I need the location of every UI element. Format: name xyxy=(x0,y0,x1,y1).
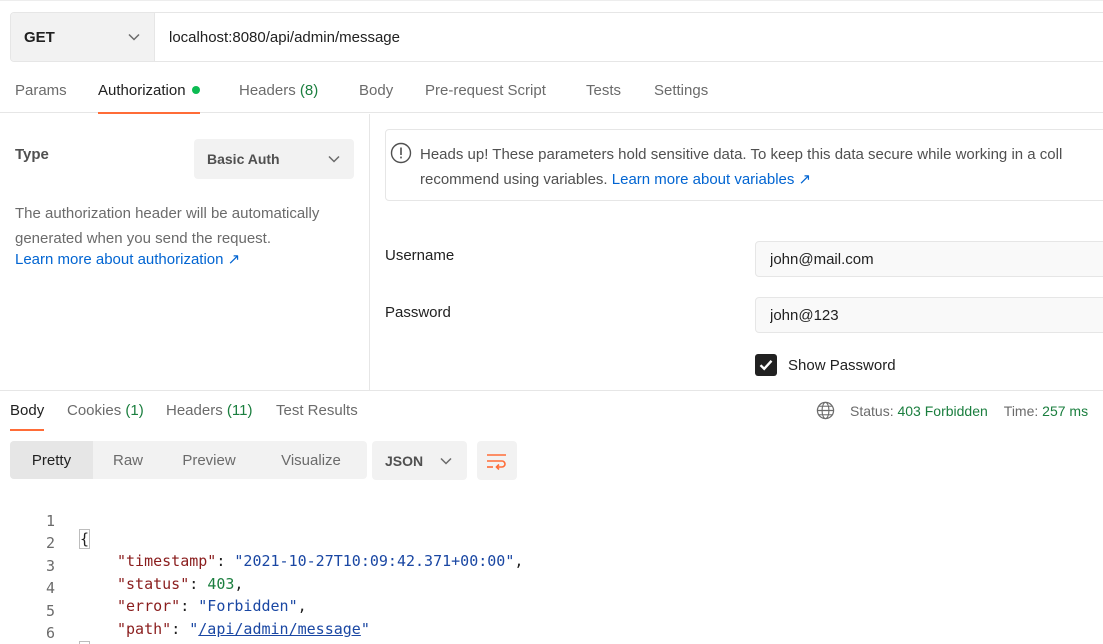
response-tab-body[interactable]: Body xyxy=(10,402,45,431)
request-tabs: Params Authorization Headers (8) Body Pr… xyxy=(0,62,1103,114)
code-line: 3 "status": 403, xyxy=(0,539,1103,593)
view-visualize-button[interactable]: Visualize xyxy=(263,441,359,479)
tab-label: Tests xyxy=(586,82,622,99)
view-raw-button[interactable]: Raw xyxy=(93,441,163,479)
response-status: Status: 403 Forbidden Time: 257 ms xyxy=(816,401,1088,420)
tab-count: (1) xyxy=(125,402,144,419)
tab-headers[interactable]: Headers (8) xyxy=(239,82,318,113)
tab-settings[interactable]: Settings xyxy=(654,82,708,113)
response-tab-headers[interactable]: Headers (11) xyxy=(166,402,252,431)
learn-more-variables-link[interactable]: Learn more about variables ↗ xyxy=(612,171,811,188)
learn-more-authorization-link[interactable]: Learn more about authorization ↗ xyxy=(15,250,240,268)
show-password-checkbox[interactable] xyxy=(755,354,777,376)
auth-type-value: Basic Auth xyxy=(207,151,280,167)
view-preview-button[interactable]: Preview xyxy=(165,441,253,479)
tab-count: (8) xyxy=(299,82,319,99)
method-label: GET xyxy=(24,28,55,46)
method-select[interactable]: GET xyxy=(11,13,155,61)
sensitive-data-notice: Heads up! These parameters hold sensitiv… xyxy=(385,129,1103,201)
password-label: Password xyxy=(385,304,451,321)
line-number: 6 xyxy=(45,624,55,642)
auth-type-label: Type xyxy=(15,146,49,163)
code-line: 6 } xyxy=(0,606,1103,644)
chevron-down-icon xyxy=(440,457,452,465)
notice-line-1: Heads up! These parameters hold sensitiv… xyxy=(420,146,1063,163)
tab-label: Authorization xyxy=(98,82,186,99)
tab-label: Params xyxy=(15,82,67,99)
auth-description: The authorization header will be automat… xyxy=(15,205,320,247)
time-value[interactable]: 257 ms xyxy=(1042,403,1088,419)
view-mode-group: Pretty Raw Preview Visualize xyxy=(10,441,367,479)
response-tab-test-results[interactable]: Test Results xyxy=(276,402,358,431)
top-border xyxy=(0,0,1103,1)
auth-type-panel: Type Basic Auth The authorization header… xyxy=(0,114,370,390)
notice-text: Heads up! These parameters hold sensitiv… xyxy=(420,142,1062,192)
tab-label: Headers xyxy=(239,82,296,99)
show-password-toggle[interactable]: Show Password xyxy=(755,354,896,376)
tab-authorization[interactable]: Authorization xyxy=(98,82,200,114)
chevron-down-icon xyxy=(128,33,140,41)
tab-params[interactable]: Params xyxy=(15,82,67,113)
tab-label: Settings xyxy=(654,82,709,99)
chevron-down-icon xyxy=(328,155,340,163)
response-tab-cookies[interactable]: Cookies (1) xyxy=(67,402,144,431)
code-line: 5 "path": "/api/admin/message" xyxy=(0,584,1103,638)
active-dot-icon xyxy=(191,86,200,94)
format-select[interactable]: JSON xyxy=(372,441,467,480)
username-input[interactable] xyxy=(755,241,1103,277)
tab-pre-request-script[interactable]: Pre-request Script xyxy=(425,82,546,113)
status-value[interactable]: 403 Forbidden xyxy=(897,403,987,419)
globe-icon[interactable] xyxy=(816,401,835,420)
username-label: Username xyxy=(385,247,455,264)
tab-label: Body xyxy=(359,82,394,99)
code-line: 1 { xyxy=(0,494,1103,549)
status-label: Status: xyxy=(850,402,894,419)
tab-label: Cookies xyxy=(67,402,122,419)
info-icon xyxy=(390,142,412,164)
code-line: 4 "error": "Forbidden", xyxy=(0,561,1103,615)
tab-label: Pre-request Script xyxy=(425,82,546,99)
wrap-lines-button[interactable] xyxy=(477,441,517,480)
url-input[interactable] xyxy=(155,13,1103,61)
tab-label: Body xyxy=(10,402,45,419)
notice-line-2: recommend using variables. Learn more ab… xyxy=(420,167,1062,192)
tab-count: (11) xyxy=(226,402,253,419)
format-label: JSON xyxy=(385,452,424,469)
wrap-lines-icon xyxy=(487,453,506,470)
auth-type-select[interactable]: Basic Auth xyxy=(194,139,354,179)
url-bar: GET xyxy=(10,12,1103,62)
time-label: Time: xyxy=(1003,402,1039,419)
checkmark-icon xyxy=(759,359,773,371)
response-divider xyxy=(0,390,1103,391)
password-input[interactable] xyxy=(755,297,1103,333)
tab-tests[interactable]: Tests xyxy=(586,82,621,113)
notice-line-2-text: recommend using variables. xyxy=(420,171,612,188)
show-password-label: Show Password xyxy=(788,356,896,374)
tab-label: Test Results xyxy=(276,402,358,419)
tab-label: Headers xyxy=(166,402,223,419)
view-pretty-button[interactable]: Pretty xyxy=(10,441,93,479)
code-line: 2 "timestamp": "2021-10-27T10:09:42.371+… xyxy=(0,516,1103,570)
tab-body[interactable]: Body xyxy=(359,82,393,113)
